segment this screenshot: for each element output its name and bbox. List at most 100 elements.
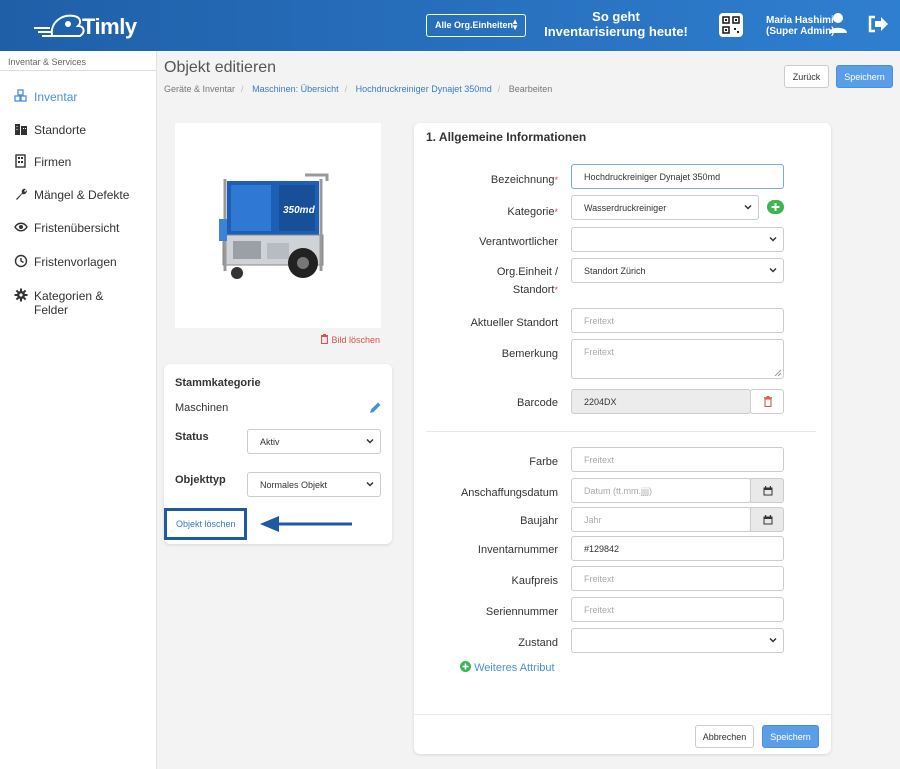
arrow-left-icon	[260, 516, 352, 532]
add-attribute-link[interactable]: Weiteres Attribut	[460, 661, 555, 674]
plus-icon	[771, 203, 780, 211]
form-footer-divider	[414, 714, 831, 715]
current-location-label: Aktueller Standort	[470, 317, 558, 329]
promo-line-1: So geht	[592, 9, 640, 24]
barcode-label: Barcode	[517, 397, 558, 409]
status-label: Status	[175, 431, 209, 443]
object-image-card: 350md	[175, 123, 381, 328]
chevron-down-icon	[769, 637, 777, 643]
save-button-bottom[interactable]: Speichern	[762, 725, 819, 748]
sidebar-item-label: Standorte	[34, 123, 87, 137]
category-select[interactable]: Wasserdruckreiniger	[571, 195, 759, 220]
purchase-date-input[interactable]: Datum (tt.mm.jjjj)	[571, 478, 751, 503]
status-select[interactable]: Aktiv	[247, 429, 381, 454]
remark-placeholder: Freitext	[584, 347, 615, 357]
category-select-value: Wasserdruckreiniger	[584, 203, 667, 213]
delete-image-link[interactable]: Bild löschen	[320, 334, 380, 345]
chevron-down-icon	[366, 481, 374, 487]
barcode-input: 2204DX	[571, 389, 751, 414]
cancel-button[interactable]: Abbrechen	[695, 725, 754, 748]
user-role: (Super Admin)	[766, 26, 835, 37]
designation-input[interactable]: Hochdruckreiniger Dynajet 350md	[571, 164, 784, 189]
condition-label: Zustand	[518, 637, 558, 649]
org-unit-select[interactable]: Alle Org.Einheiten ▲ ▼	[426, 14, 526, 37]
delete-barcode-button[interactable]	[750, 389, 784, 414]
breadcrumb-item[interactable]: Maschinen: Übersicht	[252, 84, 339, 94]
org-unit-select-value: Alle Org.Einheiten	[435, 20, 514, 30]
serial-number-input[interactable]: Freitext	[571, 597, 784, 622]
trash-icon	[764, 396, 772, 407]
inventory-number-label: Inventarnummer	[477, 544, 558, 556]
current-location-input[interactable]: Freitext	[571, 308, 784, 333]
breadcrumb: Geräte & Inventar / Maschinen: Übersicht /…	[164, 84, 553, 94]
delete-image-label: Bild löschen	[331, 335, 381, 345]
user-name: Maria Hashimi	[766, 15, 834, 26]
resize-handle-icon[interactable]	[774, 369, 781, 376]
clock-icon	[14, 254, 28, 268]
purchase-date-picker[interactable]	[750, 478, 784, 503]
sidebar-item-label: Fristenvorlagen	[34, 255, 117, 269]
org-unit-location-select[interactable]: Standort Zürich	[571, 258, 784, 283]
cubes-icon	[14, 89, 27, 102]
breadcrumb-item[interactable]: Geräte & Inventar	[164, 84, 235, 94]
sidebar-item-label: Fristenübersicht	[34, 221, 120, 235]
building-icon	[15, 124, 27, 135]
sidebar-item-label: Mängel & Defekte	[34, 188, 130, 202]
promo-line-2: Inventarisierung heute!	[544, 24, 688, 39]
gear-icon	[14, 288, 28, 302]
chevron-down-icon	[744, 204, 752, 210]
color-label: Farbe	[529, 456, 558, 468]
serial-number-label: Seriennummer	[485, 606, 558, 618]
pencil-icon[interactable]	[369, 401, 382, 414]
calendar-icon	[763, 515, 773, 525]
add-category-button[interactable]	[767, 200, 784, 214]
chevron-down-icon	[769, 267, 777, 273]
user-icon[interactable]	[828, 12, 848, 34]
chevron-down-icon	[769, 236, 777, 242]
back-button[interactable]: Zurück	[784, 65, 829, 88]
caret-updown-icon: ▲ ▼	[511, 17, 519, 32]
org-unit-label: Org.Einheit / Standort*	[496, 266, 558, 296]
sidebar-item-label: Inventar	[34, 90, 78, 104]
responsible-select[interactable]	[571, 227, 784, 252]
promo-banner[interactable]: So geht Inventarisierung heute!	[540, 9, 692, 39]
user-info[interactable]: Maria Hashimi (Super Admin)	[766, 15, 835, 37]
master-category-title: Stammkategorie	[175, 377, 261, 389]
eye-icon	[14, 222, 28, 232]
condition-select[interactable]	[571, 628, 784, 653]
breadcrumb-current: Bearbeiten	[508, 84, 553, 94]
image-label: 350md	[283, 205, 316, 216]
wrench-icon	[16, 188, 27, 200]
price-input[interactable]: Freitext	[571, 566, 784, 591]
delete-object-link[interactable]: Objekt löschen	[176, 519, 236, 529]
remark-textarea[interactable]: Freitext	[571, 339, 784, 379]
sidebar-item-label: Firmen	[34, 155, 72, 169]
object-type-select-value: Normales Objekt	[260, 480, 328, 490]
trash-icon	[321, 334, 328, 345]
remark-label: Bemerkung	[501, 348, 558, 360]
year-built-input[interactable]: Jahr	[571, 507, 751, 532]
plus-circle-icon	[460, 661, 471, 672]
office-icon	[15, 154, 26, 168]
logout-icon[interactable]	[867, 14, 889, 34]
qr-code-icon[interactable]	[719, 13, 743, 37]
object-type-select[interactable]: Normales Objekt	[247, 472, 381, 497]
price-label: Kaufpreis	[511, 575, 558, 587]
sidebar-item-label-line2: Felder	[34, 303, 69, 317]
logo-text: Timly	[82, 14, 137, 39]
pressure-washer-image[interactable]: 350md	[175, 123, 381, 328]
year-built-picker[interactable]	[750, 507, 784, 532]
page-title: Objekt editieren	[164, 59, 277, 76]
category-label: Kategorie*	[507, 206, 558, 218]
section-title: 1. Allgemeine Informationen	[426, 130, 587, 144]
chevron-down-icon	[366, 438, 374, 444]
breadcrumb-item[interactable]: Hochdruckreiniger Dynajet 350md	[356, 84, 492, 94]
sidebar-item-label: Kategorien & Felder	[34, 289, 103, 317]
add-attribute-label: Weiteres Attribut	[474, 662, 555, 674]
calendar-icon	[763, 486, 773, 496]
inventory-number-input[interactable]: #129842	[571, 536, 784, 561]
divider	[426, 431, 816, 432]
color-input[interactable]: Freitext	[571, 447, 784, 472]
save-button-top[interactable]: Speichern	[836, 65, 893, 88]
top-header: Timly Alle Org.Einheiten ▲ ▼ So geht Inve…	[0, 0, 900, 51]
